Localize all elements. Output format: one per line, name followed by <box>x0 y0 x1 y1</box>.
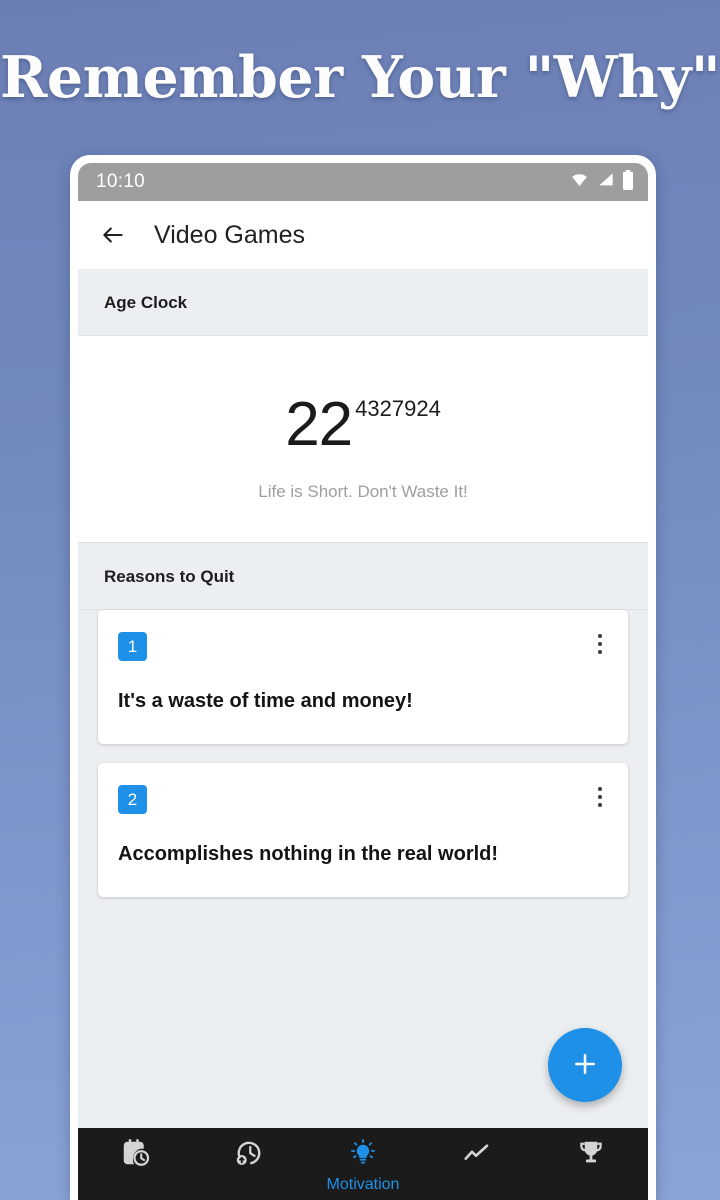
trophy-icon <box>576 1138 606 1173</box>
age-clock-panel: 22 4327924 Life is Short. Don't Waste It… <box>78 336 648 542</box>
age-clock-years: 22 <box>285 390 353 459</box>
overflow-menu-icon[interactable] <box>592 632 608 656</box>
reason-text: Accomplishes nothing in the real world! <box>118 843 499 865</box>
reason-card[interactable]: 1 It's a waste of time and money! <box>98 610 628 744</box>
reason-card-header: 2 <box>118 785 608 814</box>
calendar-clock-icon <box>120 1138 150 1173</box>
page-title: Video Games <box>154 220 306 249</box>
nav-item-progress[interactable] <box>192 1138 306 1173</box>
bottom-navigation: Motivation <box>78 1128 648 1200</box>
app-bar: Video Games <box>78 201 648 269</box>
overflow-menu-icon[interactable] <box>592 785 608 809</box>
phone-frame: 10:10 Video Games Age Clock 22 4327924 L… <box>70 155 656 1200</box>
battery-icon <box>622 169 634 195</box>
nav-item-achievements[interactable] <box>534 1138 648 1173</box>
reasons-list: 1 It's a waste of time and money! 2 Acco… <box>78 610 648 897</box>
reason-card-header: 1 <box>118 632 608 661</box>
phone-screen: 10:10 Video Games Age Clock 22 4327924 L… <box>78 163 648 1200</box>
status-bar: 10:10 <box>78 163 648 201</box>
status-bar-time: 10:10 <box>96 171 146 192</box>
section-header-reasons: Reasons to Quit <box>78 542 648 610</box>
status-bar-icons <box>569 169 634 195</box>
signal-icon <box>597 172 615 193</box>
age-clock-fraction: 4327924 <box>355 396 441 421</box>
nav-item-motivation[interactable]: Motivation <box>306 1138 420 1194</box>
reason-number-badge: 1 <box>118 632 147 661</box>
reason-number-badge: 2 <box>118 785 147 814</box>
reason-card[interactable]: 2 Accomplishes nothing in the real world… <box>98 763 628 897</box>
plus-icon <box>570 1049 600 1082</box>
promo-headline: Remember Your "Why" <box>0 44 720 111</box>
age-clock-caption: Life is Short. Don't Waste It! <box>258 482 468 501</box>
age-clock-value-row: 22 4327924 <box>78 394 648 456</box>
nav-item-calendar[interactable] <box>78 1138 192 1173</box>
lightbulb-icon <box>348 1138 378 1173</box>
back-arrow-icon[interactable] <box>100 222 126 248</box>
section-header-age-clock: Age Clock <box>78 269 648 336</box>
trending-up-icon <box>462 1138 492 1173</box>
add-reason-fab[interactable] <box>548 1028 622 1102</box>
nav-item-motivation-label: Motivation <box>326 1176 400 1193</box>
reason-text: It's a waste of time and money! <box>118 690 413 712</box>
clock-arrow-up-icon <box>234 1138 264 1173</box>
nav-item-stats[interactable] <box>420 1138 534 1173</box>
wifi-icon <box>569 172 590 193</box>
